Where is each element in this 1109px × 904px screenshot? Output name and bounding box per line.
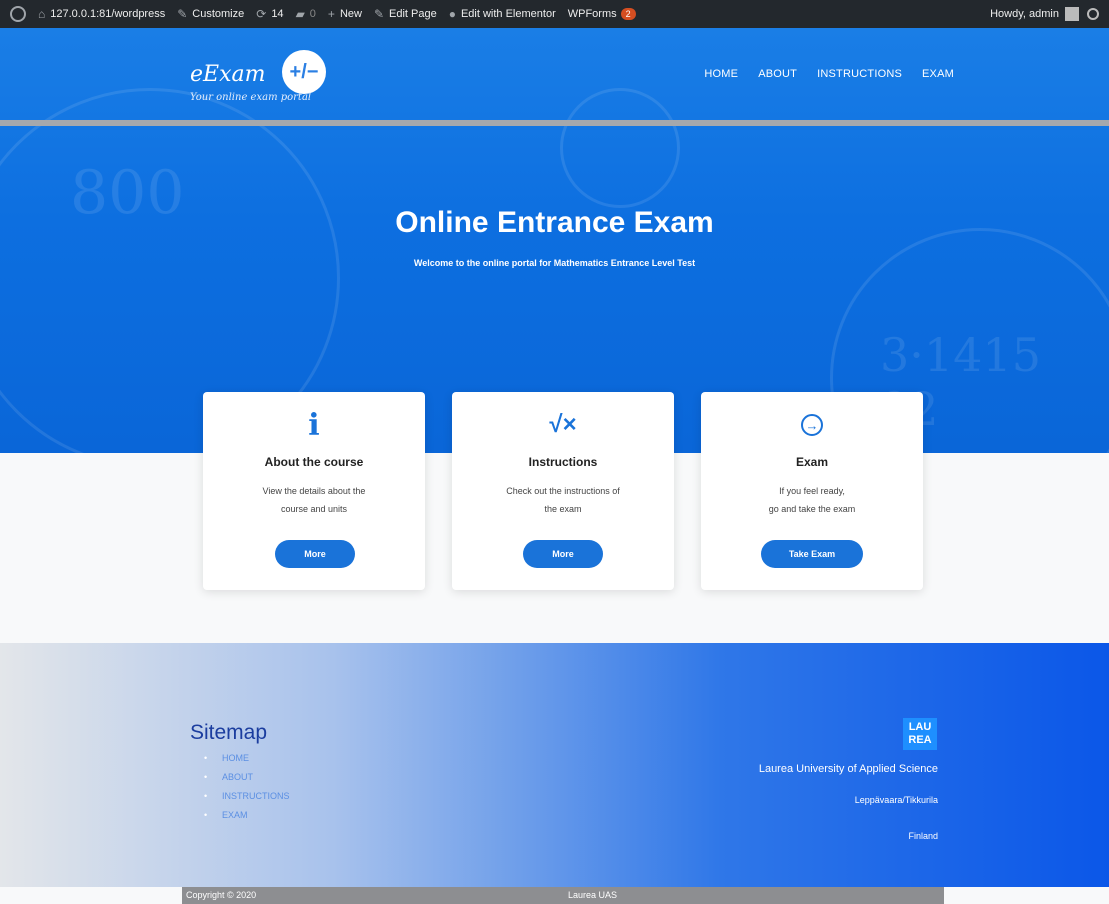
howdy-label: Howdy, admin <box>990 8 1059 20</box>
card-about-course: i About the course View the details abou… <box>203 392 425 590</box>
hero-subtitle: Welcome to the online portal for Mathema… <box>413 258 696 268</box>
main-nav: HOME ABOUT INSTRUCTIONS EXAM <box>704 68 954 80</box>
card-exam: → Exam If you feel ready, go and take th… <box>701 392 923 590</box>
nav-instructions[interactable]: INSTRUCTIONS <box>817 68 902 80</box>
sitemap-link-instructions[interactable]: INSTRUCTIONS <box>204 787 290 806</box>
comments-link[interactable]: ▰ 0 <box>290 0 322 28</box>
nav-exam[interactable]: EXAM <box>922 68 954 80</box>
wpforms-badge: 2 <box>620 8 636 20</box>
site-footer: Sitemap HOME ABOUT INSTRUCTIONS EXAM LAU… <box>0 643 1109 887</box>
wpforms-label: WPForms <box>567 8 617 20</box>
card-description: Check out the instructions of the exam <box>506 486 620 514</box>
card-description: View the details about the course and un… <box>262 486 366 514</box>
instructions-more-button[interactable]: More <box>523 540 603 568</box>
plus-icon: + <box>327 7 335 21</box>
header-divider <box>0 120 1109 126</box>
edit-page-label: Edit Page <box>389 8 437 20</box>
about-more-button[interactable]: More <box>275 540 355 568</box>
elementor-icon: ● <box>448 7 456 21</box>
copyright-text: Copyright © 2020 <box>186 890 257 900</box>
sitemap-link-home[interactable]: HOME <box>204 749 290 768</box>
customize-label: Customize <box>192 8 245 20</box>
nav-home[interactable]: HOME <box>704 68 738 80</box>
comment-icon: ▰ <box>295 7 305 21</box>
updates-link[interactable]: ⟳ 14 <box>250 0 289 28</box>
info-icon: i <box>308 407 320 443</box>
customize-link[interactable]: ✎ Customize <box>171 0 250 28</box>
copyright-bar: Copyright © 2020 Laurea UAS <box>182 887 944 904</box>
sitemap-list: HOME ABOUT INSTRUCTIONS EXAM <box>204 749 290 825</box>
university-location: Leppävaara/Tikkurila <box>854 795 938 805</box>
sitemap-link-about[interactable]: ABOUT <box>204 768 290 787</box>
wp-logo-button[interactable] <box>0 0 32 28</box>
wordpress-icon <box>10 6 26 22</box>
card-title: Exam <box>795 455 829 469</box>
plus-minus-icon: +/− <box>282 50 326 94</box>
logo-tagline: Your online exam portal <box>190 92 312 103</box>
pencil-icon: ✎ <box>373 7 385 21</box>
comments-count: 0 <box>309 8 316 20</box>
site-name: 127.0.0.1:81/wordpress <box>50 8 166 20</box>
refresh-icon: ⟳ <box>256 7 267 21</box>
new-label: New <box>339 8 362 20</box>
sqrt-icon: √× <box>549 411 577 438</box>
sitemap-title: Sitemap <box>190 721 268 744</box>
account-menu[interactable]: Howdy, admin <box>984 0 1109 28</box>
sitemap-link-exam[interactable]: EXAM <box>204 806 290 825</box>
logo-brand: eExam <box>190 62 266 87</box>
take-exam-button[interactable]: Take Exam <box>761 540 863 568</box>
nav-about[interactable]: ABOUT <box>758 68 797 80</box>
brush-icon: ✎ <box>177 7 188 21</box>
site-logo[interactable]: eExam +/− Your online exam portal <box>190 50 340 110</box>
search-icon[interactable] <box>1087 8 1099 20</box>
card-title: About the course <box>264 455 364 469</box>
hero-title: Online Entrance Exam <box>395 206 714 239</box>
wpforms-link[interactable]: WPForms 2 <box>562 0 642 28</box>
edit-page-link[interactable]: ✎ Edit Page <box>368 0 443 28</box>
elementor-label: Edit with Elementor <box>460 8 556 20</box>
card-instructions: √× Instructions Check out the instructio… <box>452 392 674 590</box>
arrow-circle-icon: → <box>701 410 923 440</box>
university-country: Finland <box>908 831 938 841</box>
updates-count: 14 <box>271 8 284 20</box>
laurea-logo: LAU REA <box>903 718 937 750</box>
admin-bar: ⌂ 127.0.0.1:81/wordpress ✎ Customize ⟳ 1… <box>0 0 1109 28</box>
site-header: eExam +/− Your online exam portal HOME A… <box>0 28 1109 120</box>
copyright-org: Laurea UAS <box>568 890 618 900</box>
home-icon: ⌂ <box>38 7 46 21</box>
hero-section: 800 3·1415 92 eExam +/− Your online exam… <box>0 28 1109 453</box>
card-title: Instructions <box>528 455 598 469</box>
site-name-link[interactable]: ⌂ 127.0.0.1:81/wordpress <box>32 0 171 28</box>
avatar <box>1065 7 1079 21</box>
new-content-link[interactable]: + New <box>322 0 368 28</box>
university-name: Laurea University of Applied Science <box>758 763 938 775</box>
card-description: If you feel ready, go and take the exam <box>768 486 856 514</box>
elementor-link[interactable]: ● Edit with Elementor <box>443 0 562 28</box>
